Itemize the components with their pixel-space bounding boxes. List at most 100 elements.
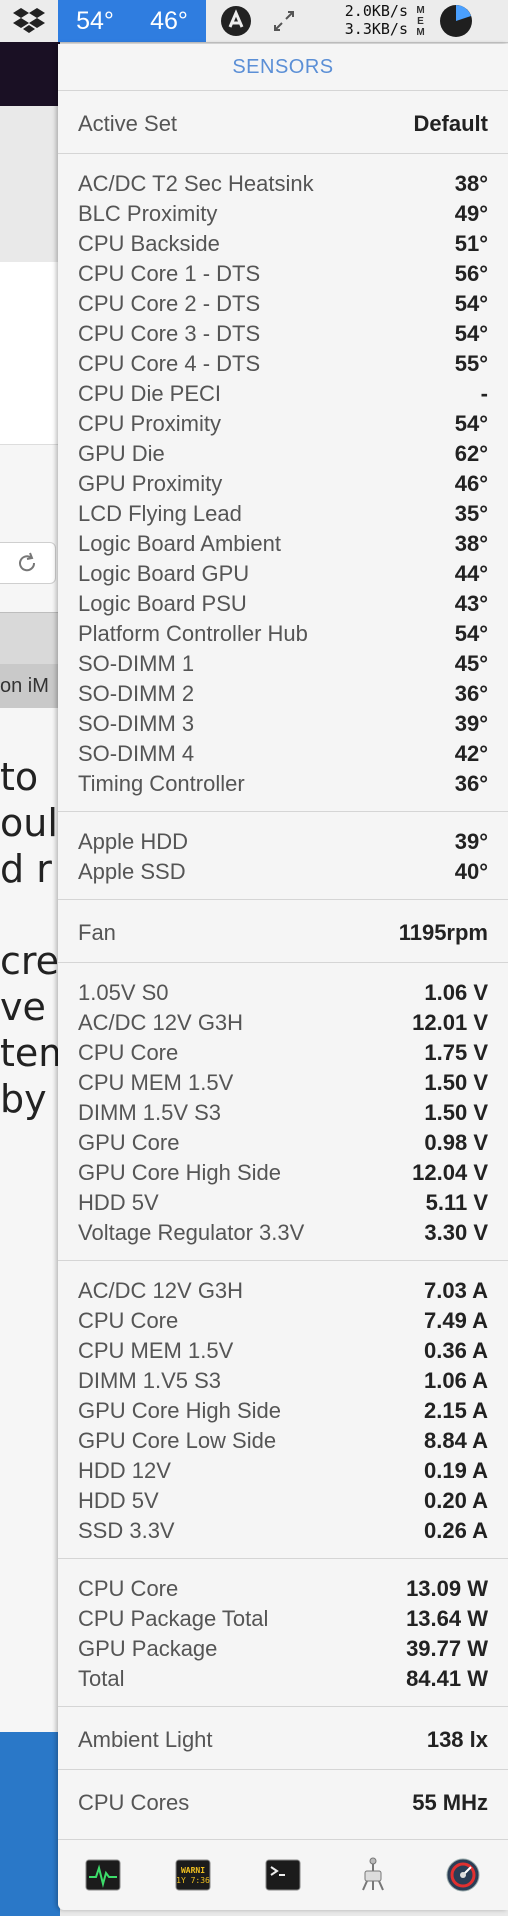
- row-value: 54°: [454, 411, 488, 436]
- temperature-row[interactable]: SO-DIMM 3 39°: [58, 707, 508, 737]
- temperature-row[interactable]: CPU Core 4 - DTS 55°: [58, 347, 508, 377]
- row-value: 0.20 A: [423, 1488, 488, 1513]
- cpu-cores-section: CPU Cores 55 MHz: [58, 1769, 508, 1832]
- temperature-row[interactable]: GPU Proximity 46°: [58, 467, 508, 497]
- row-label: CPU Backside: [78, 231, 220, 256]
- row-label: CPU Core 1 - DTS: [78, 261, 261, 286]
- disk-utility-button[interactable]: [443, 1855, 483, 1895]
- current-row[interactable]: CPU Core 7.49 A: [58, 1304, 508, 1334]
- temperature-row[interactable]: CPU Core 2 - DTS 54°: [58, 287, 508, 317]
- terminal-icon: [265, 1859, 301, 1891]
- voltage-row[interactable]: 1.05V S0 1.06 V: [58, 976, 508, 1006]
- temperature-row[interactable]: CPU Core 3 - DTS 54°: [58, 317, 508, 347]
- dropbox-icon[interactable]: [8, 0, 50, 42]
- mem-label: MEM: [415, 4, 426, 38]
- active-set-row[interactable]: Active Set Default: [58, 105, 508, 139]
- temperature-row[interactable]: SO-DIMM 4 42°: [58, 737, 508, 767]
- row-value: 45°: [454, 651, 488, 676]
- ambient-light-row[interactable]: Ambient Light 138 lx: [58, 1721, 508, 1755]
- row-label: GPU Core High Side: [78, 1398, 281, 1423]
- activity-monitor-button[interactable]: [83, 1855, 123, 1895]
- voltage-row[interactable]: GPU Core High Side 12.04 V: [58, 1156, 508, 1186]
- row-value: 0.26 A: [423, 1518, 488, 1543]
- row-value: 55 MHz: [412, 1790, 488, 1815]
- temperature-row[interactable]: AC/DC T2 Sec Heatsink 38°: [58, 167, 508, 197]
- row-label: HDD 12V: [78, 1458, 171, 1483]
- terminal-button[interactable]: [263, 1855, 303, 1895]
- menubar-temp-2: 46°: [150, 6, 188, 35]
- net-download: 3.3KB/s: [344, 20, 408, 38]
- network-speed[interactable]: 2.0KB/s 3.3KB/s: [318, 2, 408, 40]
- temperature-row[interactable]: Logic Board Ambient 38°: [58, 527, 508, 557]
- row-label: Apple SSD: [78, 859, 186, 884]
- row-label: CPU Core: [78, 1308, 179, 1333]
- temperature-row[interactable]: Timing Controller 36°: [58, 767, 508, 797]
- row-value: 54°: [454, 321, 488, 346]
- temperature-row[interactable]: SO-DIMM 1 45°: [58, 647, 508, 677]
- current-row[interactable]: GPU Core High Side 2.15 A: [58, 1394, 508, 1424]
- row-label: GPU Package: [78, 1636, 218, 1661]
- temperature-readout[interactable]: 54° 46°: [58, 0, 206, 42]
- temperature-row[interactable]: LCD Flying Lead 35°: [58, 497, 508, 527]
- temperature-row[interactable]: CPU Proximity 54°: [58, 407, 508, 437]
- temperature-row[interactable]: Platform Controller Hub 54°: [58, 617, 508, 647]
- temperature-row[interactable]: SO-DIMM 2 36°: [58, 677, 508, 707]
- system-information-icon: [362, 1857, 384, 1891]
- row-label: Logic Board GPU: [78, 561, 250, 586]
- row-value: 12.04 V: [412, 1160, 488, 1185]
- background-tab[interactable]: on iM: [0, 664, 60, 708]
- avast-icon[interactable]: [214, 0, 258, 42]
- current-row[interactable]: AC/DC 12V G3H 7.03 A: [58, 1274, 508, 1304]
- row-label: CPU MEM 1.5V: [78, 1338, 234, 1363]
- voltage-row[interactable]: GPU Core 0.98 V: [58, 1126, 508, 1156]
- voltage-row[interactable]: CPU MEM 1.5V 1.50 V: [58, 1066, 508, 1096]
- background-address-field[interactable]: [0, 542, 56, 584]
- cpu-cores-row[interactable]: CPU Cores 55 MHz: [58, 1784, 508, 1818]
- row-value: 0.36 A: [423, 1338, 488, 1363]
- current-row[interactable]: GPU Core Low Side 8.84 A: [58, 1424, 508, 1454]
- voltage-row[interactable]: CPU Core 1.75 V: [58, 1036, 508, 1066]
- power-row[interactable]: Total 84.41 W: [58, 1662, 508, 1692]
- drive-row[interactable]: Apple HDD 39°: [58, 825, 508, 855]
- row-label: DIMM 1.5V S3: [78, 1100, 222, 1125]
- power-row[interactable]: CPU Package Total 13.64 W: [58, 1602, 508, 1632]
- row-label: Timing Controller: [78, 771, 245, 796]
- row-label: Platform Controller Hub: [78, 621, 308, 646]
- voltage-row[interactable]: AC/DC 12V G3H 12.01 V: [58, 1006, 508, 1036]
- power-row[interactable]: CPU Core 13.09 W: [58, 1572, 508, 1602]
- system-information-button[interactable]: [353, 1855, 393, 1895]
- temperature-row[interactable]: CPU Core 1 - DTS 56°: [58, 257, 508, 287]
- memory-pie-icon[interactable]: [436, 0, 476, 42]
- power-row[interactable]: GPU Package 39.77 W: [58, 1632, 508, 1662]
- current-row[interactable]: CPU MEM 1.5V 0.36 A: [58, 1334, 508, 1364]
- drive-row[interactable]: Apple SSD 40°: [58, 855, 508, 885]
- voltage-row[interactable]: HDD 5V 5.11 V: [58, 1186, 508, 1216]
- temperature-row[interactable]: GPU Die 62°: [58, 437, 508, 467]
- current-row[interactable]: DIMM 1.V5 S3 1.06 A: [58, 1364, 508, 1394]
- row-label: Active Set: [78, 111, 178, 136]
- row-value: 36°: [454, 681, 488, 706]
- voltage-row[interactable]: Voltage Regulator 3.3V 3.30 V: [58, 1216, 508, 1246]
- background-text-line: cree: [0, 939, 60, 983]
- fan-row[interactable]: Fan 1195rpm: [58, 914, 508, 948]
- row-label: Total: [78, 1666, 125, 1691]
- current-row[interactable]: HDD 5V 0.20 A: [58, 1484, 508, 1514]
- row-label: SO-DIMM 3: [78, 711, 195, 736]
- row-value: 38°: [454, 531, 488, 556]
- current-row[interactable]: HDD 12V 0.19 A: [58, 1454, 508, 1484]
- background-text-line: by: [0, 1077, 47, 1121]
- temperature-row[interactable]: BLC Proximity 49°: [58, 197, 508, 227]
- temperature-row[interactable]: Logic Board GPU 44°: [58, 557, 508, 587]
- background-image-strip: [0, 42, 60, 106]
- temperature-row[interactable]: Logic Board PSU 43°: [58, 587, 508, 617]
- background-text-line: oulc: [0, 801, 60, 845]
- console-button[interactable]: WARNI 1Y 7:36: [173, 1855, 213, 1895]
- net-upload: 2.0KB/s: [344, 2, 408, 20]
- resize-arrows-icon[interactable]: [266, 0, 302, 42]
- voltage-row[interactable]: DIMM 1.5V S3 1.50 V: [58, 1096, 508, 1126]
- temperature-row[interactable]: CPU Backside 51°: [58, 227, 508, 257]
- row-value: -: [480, 381, 488, 406]
- temperature-row[interactable]: CPU Die PECI -: [58, 377, 508, 407]
- row-value: 8.84 A: [423, 1428, 488, 1453]
- current-row[interactable]: SSD 3.3V 0.26 A: [58, 1514, 508, 1544]
